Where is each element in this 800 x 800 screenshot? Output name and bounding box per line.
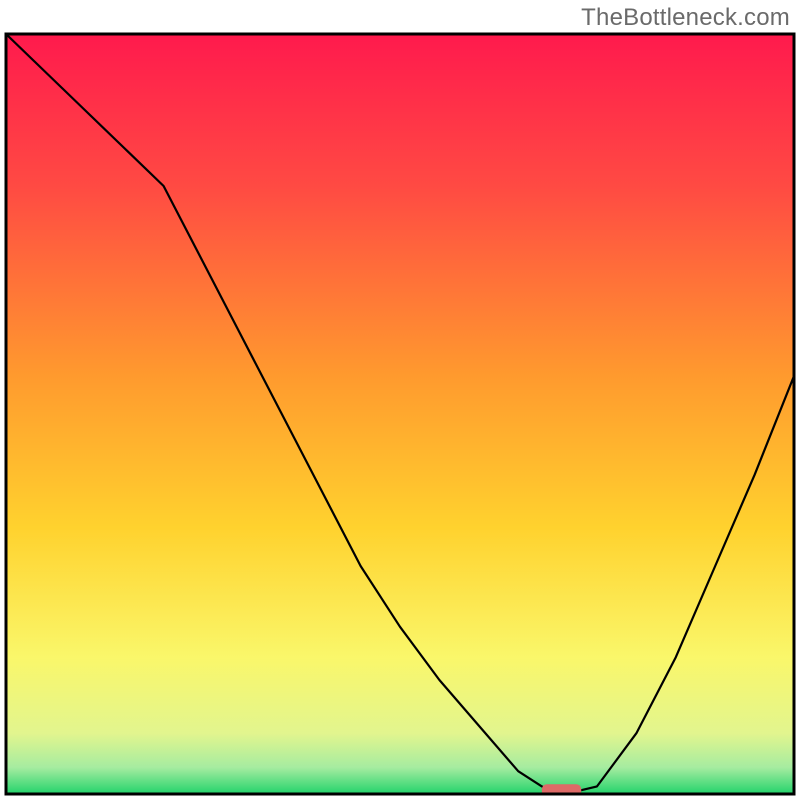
chart-stage: TheBottleneck.com: [0, 0, 800, 800]
bottleneck-chart: [0, 0, 800, 800]
watermark-text: TheBottleneck.com: [581, 4, 790, 32]
